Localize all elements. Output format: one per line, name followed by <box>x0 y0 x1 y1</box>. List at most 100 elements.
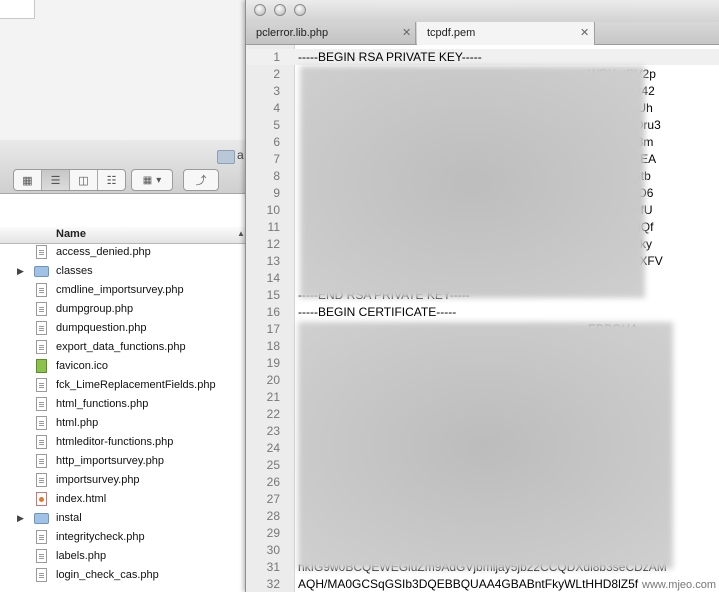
icon-view-icon[interactable]: ▦ <box>14 170 42 190</box>
line-number: 17 <box>266 322 280 336</box>
file-list-item[interactable]: labels.php <box>0 547 250 566</box>
redacted-private-key <box>300 66 645 298</box>
file-list-item[interactable]: export_data_functions.php <box>0 338 250 357</box>
background-window-panel <box>0 0 35 19</box>
html-file-icon <box>36 492 47 506</box>
ico-file-icon <box>36 359 47 373</box>
file-name: labels.php <box>56 550 107 562</box>
line-number: 15 <box>266 288 280 302</box>
share-button[interactable]: ⤴ <box>183 169 219 191</box>
line-number: 24 <box>266 441 280 455</box>
file-name: dumpgroup.php <box>56 303 134 315</box>
line-number: 18 <box>266 339 280 353</box>
file-name: favicon.ico <box>56 360 108 372</box>
line-text: AQH/MA0GCSqGSIb3DQEBBQUAA4GBABntFkyWLtHH… <box>298 577 639 591</box>
file-list-item[interactable]: login_check_cas.php <box>0 566 250 585</box>
close-window-button[interactable] <box>254 4 266 16</box>
list-view-icon[interactable]: ☰ <box>42 170 70 190</box>
line-number: 13 <box>266 254 280 268</box>
line-number: 32 <box>266 577 280 591</box>
file-list-item[interactable]: html_functions.php <box>0 395 250 414</box>
file-list-item[interactable]: fck_LimeReplacementFields.php <box>0 376 250 395</box>
line-number: 5 <box>273 118 280 132</box>
file-name: dumpquestion.php <box>56 322 147 334</box>
line-number: 10 <box>266 203 280 217</box>
file-list-item[interactable]: html.php <box>0 414 250 433</box>
minimize-window-button[interactable] <box>274 4 286 16</box>
share-icon: ⤴ <box>195 175 207 187</box>
close-icon[interactable]: ✕ <box>402 26 411 39</box>
file-name: cmdline_importsurvey.php <box>56 284 184 296</box>
code-line: 16 -----BEGIN CERTIFICATE----- <box>246 304 719 320</box>
finder-window-title: a <box>237 148 244 162</box>
line-number: 22 <box>266 407 280 421</box>
file-name: html_functions.php <box>56 398 149 410</box>
line-text: -----BEGIN RSA PRIVATE KEY----- <box>298 50 482 64</box>
file-list-item[interactable]: favicon.ico <box>0 357 250 376</box>
file-list-item[interactable]: http_importsurvey.php <box>0 452 250 471</box>
folder-icon <box>34 513 49 524</box>
line-number: 4 <box>273 101 280 115</box>
tab-tcpdf-pem[interactable]: tcpdf.pem ✕ <box>417 22 595 45</box>
tab-pclerror[interactable]: pclerror.lib.php ✕ <box>246 22 416 44</box>
file-list-item[interactable]: ▶ classes <box>0 262 250 281</box>
php-file-icon <box>36 549 47 563</box>
close-icon[interactable]: ✕ <box>580 26 589 39</box>
disclosure-triangle-icon[interactable]: ▶ <box>17 266 24 277</box>
column-view-icon[interactable]: ◫ <box>70 170 98 190</box>
file-name: export_data_functions.php <box>56 341 186 353</box>
folder-icon <box>34 266 49 277</box>
line-number: 12 <box>266 237 280 251</box>
file-list-item[interactable]: dumpquestion.php <box>0 319 250 338</box>
file-name: instal <box>56 512 82 524</box>
line-number: 9 <box>273 186 280 200</box>
line-number: 8 <box>273 169 280 183</box>
line-number: 25 <box>266 458 280 472</box>
file-list-item[interactable]: cmdline_importsurvey.php <box>0 281 250 300</box>
finder-window: a ▦ ☰ ◫ ☷ ▦ ▾ ⤴ Name ▲ access_denied.php… <box>0 140 251 592</box>
file-name: fck_LimeReplacementFields.php <box>56 379 216 391</box>
file-name: importsurvey.php <box>56 474 140 486</box>
arrange-button[interactable]: ▦ ▾ <box>131 169 173 191</box>
file-list-item[interactable]: htmleditor-functions.php <box>0 433 250 452</box>
file-list-item[interactable]: dumpgroup.php <box>0 300 250 319</box>
file-list-item[interactable]: access_denied.php <box>0 243 250 262</box>
zoom-window-button[interactable] <box>294 4 306 16</box>
finder-toolbar: a ▦ ☰ ◫ ☷ ▦ ▾ ⤴ <box>0 140 250 194</box>
disclosure-triangle-icon[interactable]: ▶ <box>17 513 24 524</box>
line-number: 16 <box>266 305 280 319</box>
file-list-item[interactable]: integritycheck.php <box>0 528 250 547</box>
line-number: 11 <box>267 220 280 234</box>
editor-titlebar <box>246 0 719 22</box>
coverflow-view-icon[interactable]: ☷ <box>98 170 125 190</box>
file-list-item[interactable]: index.html <box>0 490 250 509</box>
line-number: 26 <box>266 475 280 489</box>
file-name: access_denied.php <box>56 246 151 258</box>
line-number: 6 <box>273 135 280 149</box>
line-number: 7 <box>273 152 280 166</box>
line-number: 31 <box>266 560 280 574</box>
code-line: 1 -----BEGIN RSA PRIVATE KEY----- <box>246 49 719 65</box>
php-file-icon <box>36 321 47 335</box>
line-number: 23 <box>266 424 280 438</box>
php-file-icon <box>36 473 47 487</box>
file-name: index.html <box>56 493 107 505</box>
line-number: 21 <box>266 390 280 404</box>
php-file-icon <box>36 283 47 297</box>
line-number: 27 <box>266 492 280 506</box>
file-list: access_denied.php ▶ classes cmdline_imports… <box>0 243 250 585</box>
file-name: integritycheck.php <box>56 531 145 543</box>
line-number: 30 <box>266 543 280 557</box>
line-number: 3 <box>273 84 280 98</box>
file-list-item[interactable]: importsurvey.php <box>0 471 250 490</box>
file-list-item[interactable]: ▶ instal <box>0 509 250 528</box>
line-text: -----BEGIN CERTIFICATE----- <box>298 305 457 319</box>
php-file-icon <box>36 340 47 354</box>
view-mode-group: ▦ ☰ ◫ ☷ <box>13 169 126 191</box>
redacted-certificate <box>298 322 673 569</box>
file-name: login_check_cas.php <box>56 569 159 581</box>
name-column-header[interactable]: Name ▲ <box>0 227 250 244</box>
line-number: 14 <box>266 271 280 285</box>
php-file-icon <box>36 435 47 449</box>
code-editor[interactable]: 1-----BEGIN RSA PRIVATE KEY-----2 WRXntR… <box>246 45 719 592</box>
